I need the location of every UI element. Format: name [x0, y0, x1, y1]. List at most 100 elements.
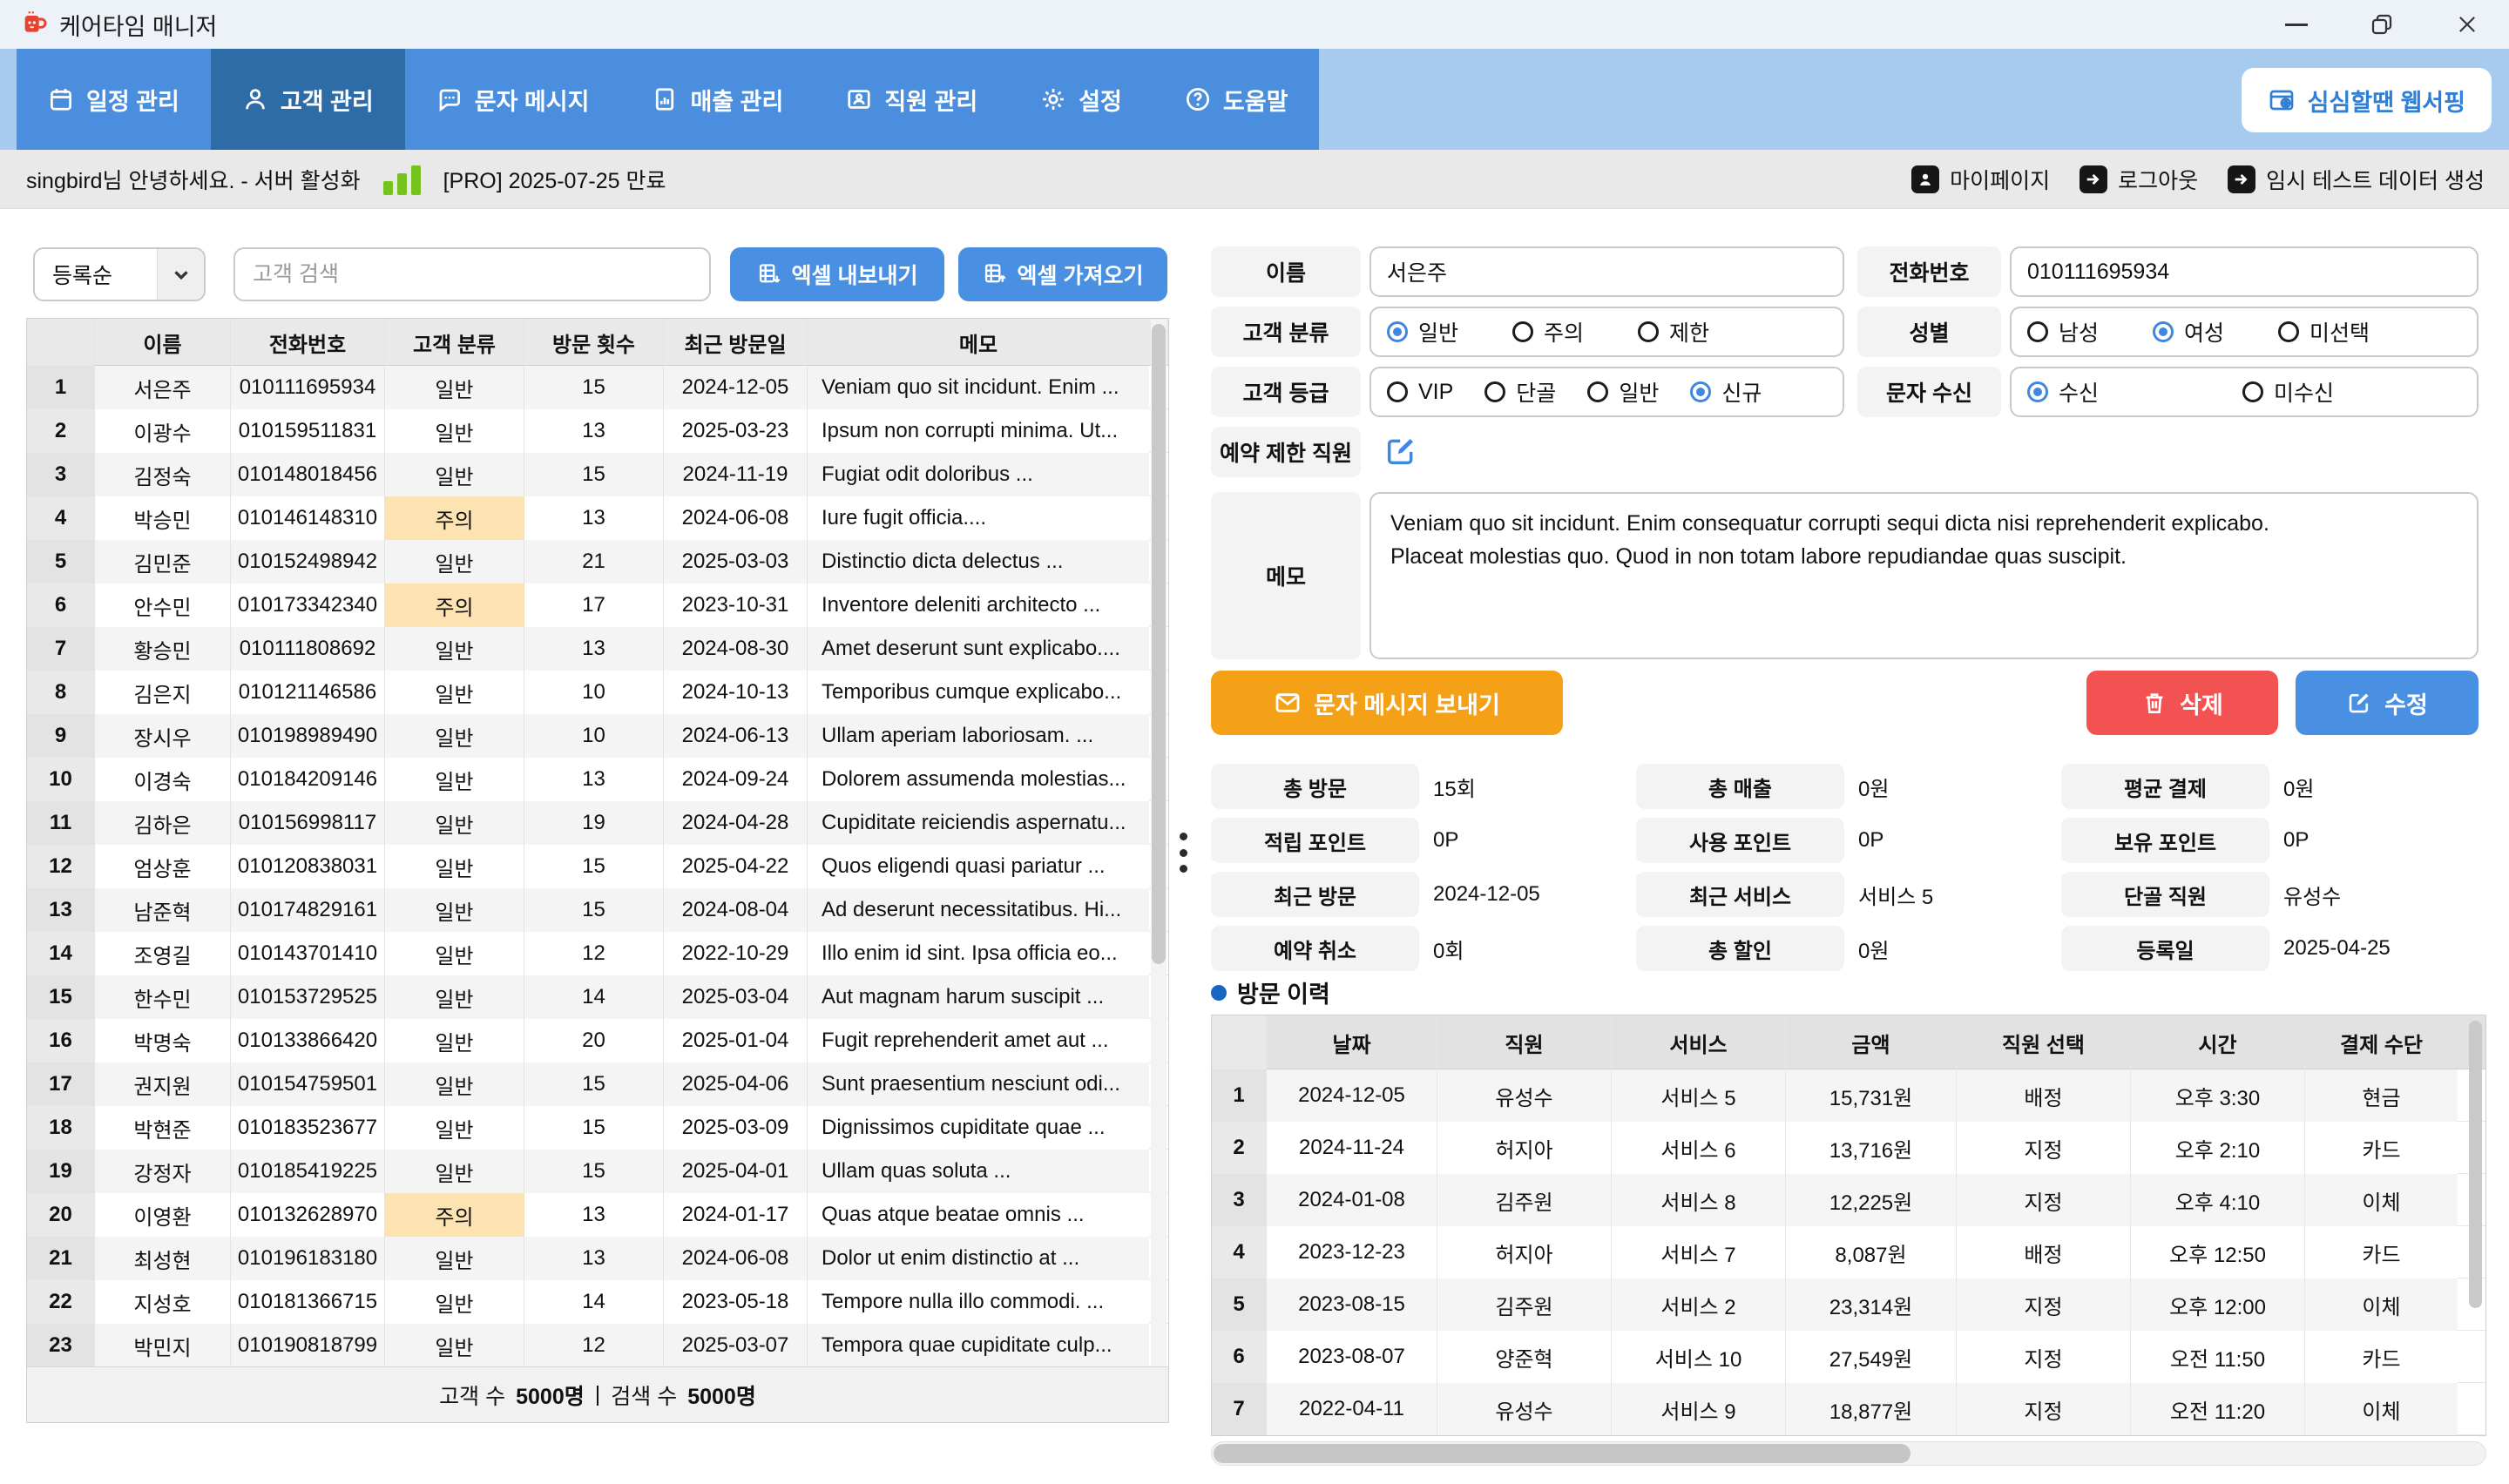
- customer-row[interactable]: 18 박현준 010183523677 일반 15 2025-03-09 Dig…: [27, 1106, 1168, 1150]
- customer-row[interactable]: 5 김민준 010152498942 일반 21 2025-03-03 Dist…: [27, 540, 1168, 583]
- cell-name: 박현준: [94, 1106, 230, 1150]
- stat-item: 적립 포인트 0P: [1211, 813, 1636, 867]
- customer-row[interactable]: 9 장시우 010198989490 일반 10 2024-06-13 Ulla…: [27, 714, 1168, 758]
- customer-row[interactable]: 7 황승민 010111808692 일반 13 2024-08-30 Amet…: [27, 627, 1168, 671]
- tab-label: 설정: [1079, 83, 1122, 117]
- radio-option[interactable]: 일반: [1387, 316, 1458, 347]
- customer-scrollbar-thumb[interactable]: [1152, 324, 1166, 964]
- radio-option[interactable]: 신규: [1690, 376, 1762, 408]
- mypage-link[interactable]: 마이페이지: [1911, 164, 2050, 195]
- radio-option[interactable]: 여성: [2153, 316, 2224, 347]
- tab-schedule[interactable]: 일정 관리: [17, 49, 211, 150]
- cell-memo: Quos eligendi quasi pariatur ...: [807, 845, 1149, 888]
- stat-item: 예약 취소 0회: [1211, 921, 1636, 975]
- generate-test-data-link[interactable]: 임시 테스트 데이터 생성: [2228, 164, 2485, 195]
- customer-row[interactable]: 4 박승민 010146148310 주의 13 2024-06-08 Iure…: [27, 496, 1168, 540]
- cell-row-number: 17: [27, 1062, 94, 1106]
- radio-option[interactable]: 일반: [1587, 376, 1659, 408]
- tab-label: 일정 관리: [86, 83, 179, 117]
- history-row[interactable]: 7 2022-04-11 유성수 서비스 9 18,877원 지정 오전 11:…: [1212, 1383, 2485, 1435]
- sort-dropdown[interactable]: 등록순: [33, 247, 206, 301]
- edit-button[interactable]: 수정: [2296, 671, 2479, 735]
- history-row[interactable]: 6 2023-08-07 양준혁 서비스 10 27,549원 지정 오전 11…: [1212, 1331, 2485, 1383]
- web-surfing-button[interactable]: 심심할땐 웹서핑: [2242, 68, 2492, 132]
- customer-row[interactable]: 16 박명숙 010133866420 일반 20 2025-01-04 Fug…: [27, 1019, 1168, 1062]
- cell-service: 서비스 8: [1611, 1174, 1785, 1226]
- customer-row[interactable]: 1 서은주 010111695934 일반 15 2024-12-05 Veni…: [27, 366, 1168, 409]
- logout-link[interactable]: 로그아웃: [2080, 164, 2198, 195]
- cell-name: 지성호: [94, 1280, 230, 1324]
- customer-row[interactable]: 3 김정숙 010148018456 일반 15 2024-11-19 Fugi…: [27, 453, 1168, 496]
- history-row[interactable]: 4 2023-12-23 허지아 서비스 7 8,087원 배정 오후 12:5…: [1212, 1226, 2485, 1278]
- tab-customers[interactable]: 고객 관리: [211, 49, 405, 150]
- radio-option[interactable]: 미수신: [2242, 376, 2334, 408]
- stat-label: 예약 취소: [1211, 926, 1419, 971]
- radio-option[interactable]: 남성: [2027, 316, 2099, 347]
- send-sms-button[interactable]: 문자 메시지 보내기: [1211, 671, 1563, 735]
- radio-option[interactable]: VIP: [1387, 380, 1453, 405]
- cell-visits: 10: [524, 671, 663, 714]
- customer-row[interactable]: 12 엄상훈 010120838031 일반 15 2025-04-22 Quo…: [27, 845, 1168, 888]
- customer-row[interactable]: 6 안수민 010173342340 주의 17 2023-10-31 Inve…: [27, 583, 1168, 627]
- customer-row[interactable]: 2 이광수 010159511831 일반 13 2025-03-23 Ipsu…: [27, 409, 1168, 453]
- cell-phone: 010111695934: [230, 366, 384, 409]
- search-input[interactable]: [233, 247, 711, 301]
- radio-icon: [1638, 321, 1659, 342]
- history-row[interactable]: 3 2024-01-08 김주원 서비스 8 12,225원 지정 오후 4:1…: [1212, 1174, 2485, 1226]
- radio-option[interactable]: 제한: [1638, 316, 1709, 347]
- tab-settings[interactable]: 설정: [1009, 49, 1153, 150]
- history-scrollbar-thumb[interactable]: [1214, 1444, 1910, 1463]
- cell-row-number: 15: [27, 975, 94, 1019]
- stat-label: 최근 방문: [1211, 872, 1419, 917]
- history-horizontal-scrollbar[interactable]: [1211, 1441, 2486, 1466]
- stat-value: 2024-12-05: [1433, 882, 1540, 907]
- history-row[interactable]: 5 2023-08-15 김주원 서비스 2 23,314원 지정 오후 12:…: [1212, 1278, 2485, 1331]
- title-bar: 케어타임 매니저: [0, 0, 2509, 49]
- customer-row[interactable]: 19 강정자 010185419225 일반 15 2025-04-01 Ull…: [27, 1150, 1168, 1193]
- cell-name: 안수민: [94, 583, 230, 627]
- signal-icon: [383, 164, 421, 195]
- stat-item: 사용 포인트 0P: [1636, 813, 2061, 867]
- customer-row[interactable]: 22 지성호 010181366715 일반 14 2023-05-18 Tem…: [27, 1280, 1168, 1324]
- maximize-button[interactable]: [2364, 7, 2399, 42]
- customer-row[interactable]: 23 박민지 010190818799 일반 12 2025-03-07 Tem…: [27, 1324, 1168, 1367]
- delete-button[interactable]: 삭제: [2086, 671, 2278, 735]
- customer-row[interactable]: 14 조영길 010143701410 일반 12 2022-10-29 Ill…: [27, 932, 1168, 975]
- cell-last-visit: 2025-03-23: [663, 409, 807, 453]
- customer-row[interactable]: 15 한수민 010153729525 일반 14 2025-03-04 Aut…: [27, 975, 1168, 1019]
- customer-row[interactable]: 13 남준혁 010174829161 일반 15 2024-08-04 Ad …: [27, 888, 1168, 932]
- customer-row[interactable]: 11 김하은 010156998117 일반 19 2024-04-28 Cup…: [27, 801, 1168, 845]
- stat-value: 서비스 5: [1858, 880, 1933, 910]
- chevron-down-icon: [157, 249, 204, 300]
- history-row[interactable]: 2 2024-11-24 허지아 서비스 6 13,716원 지정 오후 2:1…: [1212, 1122, 2485, 1174]
- radio-option[interactable]: 미선택: [2278, 316, 2370, 347]
- cell-row-number: 4: [27, 496, 94, 540]
- history-vertical-scrollbar[interactable]: [2469, 1021, 2482, 1308]
- radio-icon: [1587, 381, 1608, 402]
- tab-staff[interactable]: 직원 관리: [815, 49, 1009, 150]
- radio-option[interactable]: 단골: [1484, 376, 1556, 408]
- memo-field[interactable]: Veniam quo sit incidunt. Enim consequatu…: [1369, 492, 2479, 659]
- customer-row[interactable]: 17 권지원 010154759501 일반 15 2025-04-06 Sun…: [27, 1062, 1168, 1106]
- customer-row[interactable]: 20 이영환 010132628970 주의 13 2024-01-17 Qua…: [27, 1193, 1168, 1237]
- close-button[interactable]: [2450, 7, 2485, 42]
- tab-messages[interactable]: 문자 메시지: [405, 49, 621, 150]
- customer-row[interactable]: 8 김은지 010121146586 일반 10 2024-10-13 Temp…: [27, 671, 1168, 714]
- panel-splitter-handle[interactable]: [1180, 833, 1188, 873]
- edit-restricted-staff-button[interactable]: [1383, 434, 1418, 469]
- category-label: 고객 분류: [1211, 307, 1361, 357]
- phone-field[interactable]: [2010, 246, 2479, 297]
- name-field[interactable]: [1369, 246, 1844, 297]
- tab-sales[interactable]: 매출 관리: [620, 49, 815, 150]
- cell-category: 일반: [384, 932, 524, 975]
- tab-help[interactable]: 도움말: [1153, 49, 1320, 150]
- radio-option[interactable]: 수신: [2027, 376, 2099, 408]
- minimize-button[interactable]: [2279, 7, 2314, 42]
- cell-phone: 010133866420: [230, 1019, 384, 1062]
- history-row[interactable]: 1 2024-12-05 유성수 서비스 5 15,731원 배정 오후 3:3…: [1212, 1069, 2485, 1122]
- customer-row[interactable]: 21 최성현 010196183180 일반 13 2024-06-08 Dol…: [27, 1237, 1168, 1280]
- excel-import-button[interactable]: 엑셀 가져오기: [958, 247, 1167, 301]
- radio-option[interactable]: 주의: [1512, 316, 1584, 347]
- customer-row[interactable]: 10 이경숙 010184209146 일반 13 2024-09-24 Dol…: [27, 758, 1168, 801]
- excel-export-button[interactable]: 엑셀 내보내기: [730, 247, 944, 301]
